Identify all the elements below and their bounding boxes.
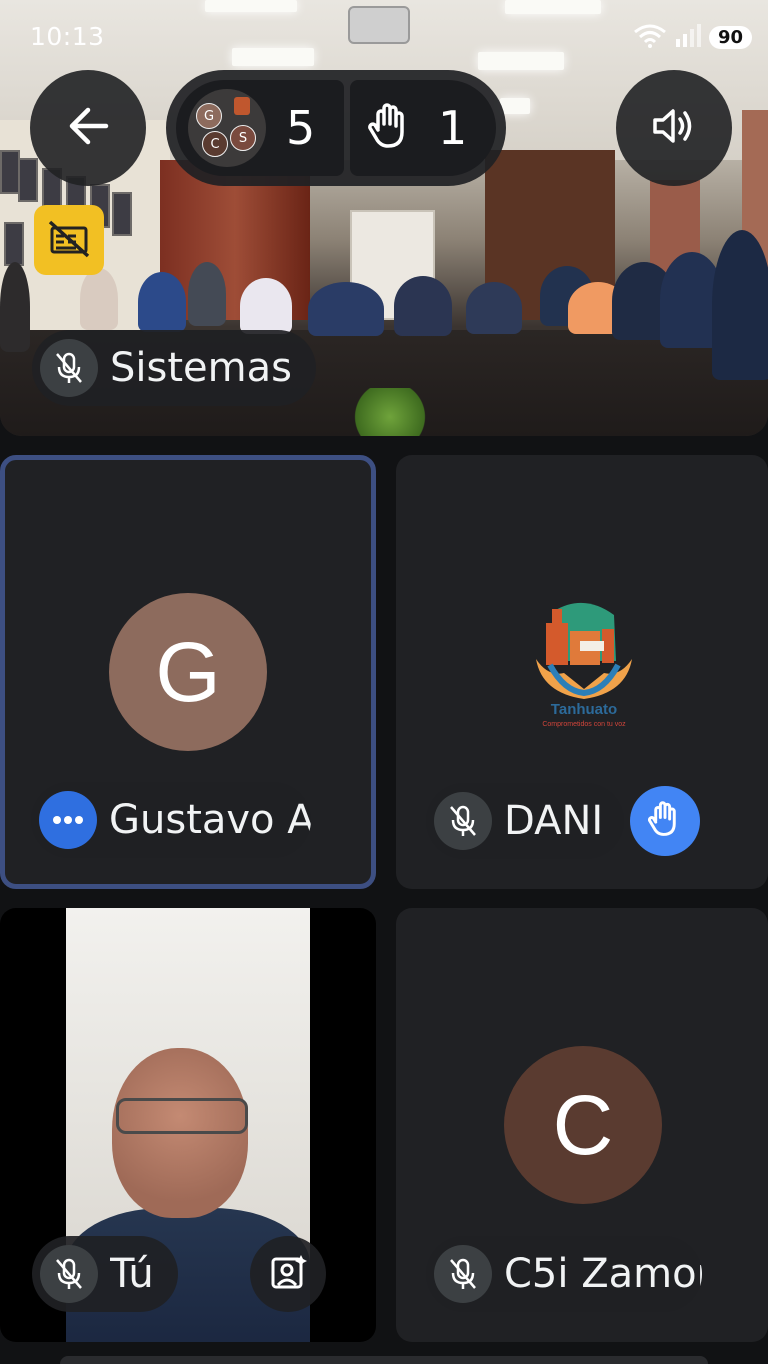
logo-emblem [536, 602, 632, 699]
wall-frame [18, 158, 38, 202]
ceiling-light [500, 98, 530, 114]
raised-hands-count: 1 [438, 101, 468, 155]
hand-icon [648, 800, 682, 842]
battery-indicator: 90 [708, 25, 752, 49]
effects-button[interactable] [250, 1236, 326, 1312]
signal-off-icon [46, 218, 92, 262]
mini-avatar: C [202, 131, 228, 157]
participants-button[interactable]: G C S 5 [176, 80, 344, 176]
speaker-button[interactable] [616, 70, 732, 186]
raised-hand-indicator [630, 786, 700, 856]
ceiling-light [232, 48, 314, 66]
tile-nametag: DANI [426, 783, 624, 859]
signal-icon [675, 23, 701, 51]
logo-mini-icon [234, 97, 250, 115]
participant-name: Gustavo A [109, 797, 311, 843]
mic-off-icon [40, 339, 98, 397]
participant-tile-c5i[interactable]: C C5i Zamora [396, 908, 768, 1342]
tile-nametag: Tú [32, 1236, 178, 1312]
wall-frame [0, 150, 20, 194]
participant-figure [466, 282, 522, 334]
hand-icon [368, 102, 412, 154]
avatar: G [109, 593, 267, 751]
glasses [116, 1098, 248, 1134]
back-button[interactable] [30, 70, 146, 186]
tile-nametag: Gustavo A [31, 782, 311, 858]
mic-off-icon [434, 1245, 492, 1303]
status-icons: 90 [633, 22, 752, 52]
tanhuato-logo: Tanhuato Comprometidos con tu voz [524, 601, 644, 741]
status-time: 10:13 [30, 22, 105, 51]
bottom-sheet-edge [60, 1356, 708, 1364]
projector [348, 6, 410, 44]
volume-icon [651, 106, 697, 150]
participant-count: 5 [286, 101, 316, 155]
ceiling-light [205, 0, 297, 12]
speaking-indicator-icon [39, 791, 97, 849]
participant-figure [240, 278, 292, 334]
participant-avatars: G C S [188, 89, 266, 167]
portrait-effects-icon [269, 1253, 307, 1295]
wall-frame [112, 192, 132, 236]
avatar: C [504, 1046, 662, 1204]
participant-tile-self[interactable]: Tú [0, 908, 376, 1342]
participant-name: Tú [110, 1251, 154, 1297]
mini-avatar: G [196, 103, 222, 129]
participant-figure [80, 268, 118, 330]
meeting-info-pill: G C S 5 1 [166, 70, 506, 186]
participant-name: Sistemas [110, 345, 292, 391]
participant-tile-gustavo[interactable]: G Gustavo A [0, 455, 376, 889]
participant-figure [712, 230, 768, 380]
participant-figure [188, 262, 226, 326]
mini-avatar: S [230, 125, 256, 151]
participant-figure [0, 262, 30, 352]
arrow-left-icon [66, 106, 110, 150]
no-signal-badge [34, 205, 104, 275]
raised-hands-button[interactable]: 1 [350, 80, 496, 176]
participant-name: C5i Zamora [504, 1251, 702, 1297]
plant [350, 388, 430, 436]
participant-name: DANI [504, 798, 604, 844]
mic-off-icon [40, 1245, 98, 1303]
ceiling-light [478, 52, 564, 70]
wifi-icon [633, 22, 667, 52]
tile-nametag: C5i Zamora [426, 1236, 702, 1312]
participant-figure [308, 282, 384, 336]
participant-figure [138, 272, 186, 332]
ceiling-light [505, 0, 601, 14]
participant-tile-dani[interactable]: Tanhuato Comprometidos con tu voz DANI [396, 455, 768, 889]
logo-title: Tanhuato [550, 701, 618, 718]
featured-nametag: Sistemas [32, 330, 316, 406]
participant-figure [394, 276, 452, 336]
logo-tagline: Comprometidos con tu voz [542, 721, 626, 728]
wall-frame [4, 222, 24, 266]
mic-off-icon [434, 792, 492, 850]
